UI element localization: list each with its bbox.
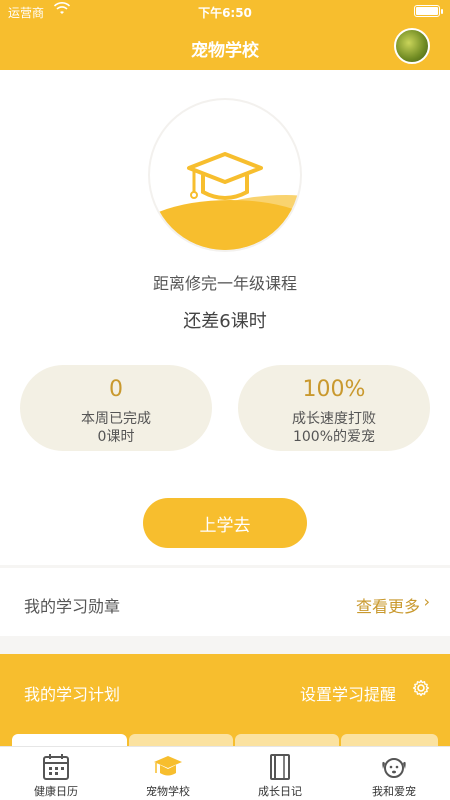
gear-icon[interactable]	[412, 679, 430, 697]
stat-label: 本周已完成	[81, 411, 151, 427]
growth-speed-stat: 100% 成长速度打败 100%的爱宠	[238, 365, 430, 451]
battery-icon	[414, 5, 443, 17]
set-reminder-link[interactable]: 设置学习提醒	[300, 681, 396, 705]
weekly-completed-stat: 0 本周已完成 0课时	[20, 365, 212, 451]
nav-item-pet-school[interactable]: 宠物学校	[112, 747, 224, 800]
stat-sublabel: 0课时	[97, 429, 135, 445]
bottom-nav: 健康日历 宠物学校 成长日记 我和爱宠	[0, 746, 450, 800]
badges-label: 我的学习勋章	[24, 597, 121, 616]
nav-item-health-calendar[interactable]: 健康日历	[0, 747, 112, 800]
stat-label: 成长速度打败	[292, 411, 376, 427]
stat-sublabel: 100%的爱宠	[292, 429, 376, 445]
page-title: 宠物学校	[191, 41, 259, 61]
dog-icon	[378, 753, 410, 781]
nav-label: 成长日记	[258, 785, 302, 798]
study-plan-label: 我的学习计划	[24, 685, 121, 704]
graduation-cap-icon	[152, 753, 184, 781]
remaining-lessons: 还差6课时	[183, 311, 267, 332]
graduation-cap-icon	[185, 150, 265, 210]
nav-item-growth-diary[interactable]: 成长日记	[224, 747, 336, 800]
nav-label: 我和爱宠	[372, 785, 416, 798]
badges-row[interactable]: 我的学习勋章 查看更多 ›	[0, 568, 450, 636]
course-progress-label: 距离修完一年级课程	[152, 274, 297, 293]
view-more-link[interactable]: 查看更多	[356, 593, 420, 617]
course-card: 距离修完一年级课程 还差6课时 0 本周已完成 0课时 100% 成长速度打败 …	[0, 70, 450, 565]
chevron-right-icon: ›	[423, 592, 430, 611]
nav-item-me-and-pet[interactable]: 我和爱宠	[338, 747, 450, 800]
calendar-icon	[40, 753, 72, 781]
app-header: 运营商 下午6:50 宠物学校	[0, 0, 450, 70]
stat-value: 0	[109, 377, 123, 402]
diary-icon	[264, 753, 296, 781]
study-plan-section: 我的学习计划 设置学习提醒	[0, 654, 450, 754]
stat-value: 100%	[302, 377, 366, 402]
avatar[interactable]	[394, 28, 430, 64]
status-bar: 运营商 下午6:50	[0, 0, 450, 22]
nav-label: 宠物学校	[146, 785, 190, 798]
nav-label: 健康日历	[34, 785, 78, 798]
status-time: 下午6:50	[198, 6, 252, 20]
go-to-school-button[interactable]: 上学去	[143, 498, 307, 548]
